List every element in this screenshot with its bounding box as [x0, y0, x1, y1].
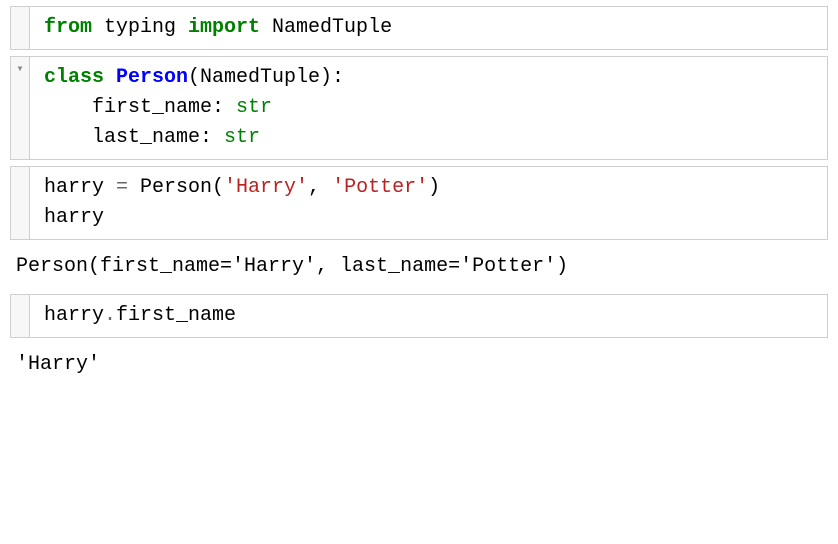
code-token: str	[224, 126, 260, 149]
code-cell[interactable]: from typing import NamedTuple	[10, 6, 828, 50]
cell-gutter: ▾	[11, 57, 30, 159]
cell-gutter	[11, 7, 30, 49]
code-token: harry	[44, 176, 116, 199]
code-token: (NamedTuple):	[188, 66, 344, 89]
code-token: .	[104, 304, 116, 327]
code-token: ,	[308, 176, 332, 199]
notebook: from typing import NamedTuple ▾ class Pers…	[0, 6, 838, 386]
code-content[interactable]: harry = Person('Harry', 'Potter') harry	[30, 167, 827, 239]
code-token: import	[188, 16, 272, 39]
code-token: typing	[104, 16, 188, 39]
code-token: harry	[44, 206, 104, 229]
code-token: Person	[116, 66, 188, 89]
collapse-toggle-icon[interactable]: ▾	[16, 63, 23, 75]
code-content[interactable]: class Person(NamedTuple): first_name: st…	[30, 57, 827, 159]
code-token: last_name:	[44, 126, 224, 149]
code-cell[interactable]: harry = Person('Harry', 'Potter') harry	[10, 166, 828, 240]
code-token: )	[428, 176, 440, 199]
code-token: Person(	[140, 176, 224, 199]
code-content[interactable]: from typing import NamedTuple	[30, 7, 827, 49]
code-token: 'Harry'	[224, 176, 308, 199]
code-token: class	[44, 66, 116, 89]
cell-gutter	[11, 295, 30, 337]
code-token: =	[116, 176, 140, 199]
code-token: from	[44, 16, 104, 39]
code-token: NamedTuple	[272, 16, 392, 39]
cell-output: Person(first_name='Harry', last_name='Po…	[0, 246, 838, 288]
code-token: 'Potter'	[332, 176, 428, 199]
code-token: harry	[44, 304, 104, 327]
code-token: first_name	[116, 304, 236, 327]
code-token: first_name:	[44, 96, 236, 119]
cell-output: 'Harry'	[0, 344, 838, 386]
code-content[interactable]: harry.first_name	[30, 295, 827, 337]
code-token: str	[236, 96, 272, 119]
code-cell[interactable]: harry.first_name	[10, 294, 828, 338]
code-cell[interactable]: ▾ class Person(NamedTuple): first_name: s…	[10, 56, 828, 160]
cell-gutter	[11, 167, 30, 239]
